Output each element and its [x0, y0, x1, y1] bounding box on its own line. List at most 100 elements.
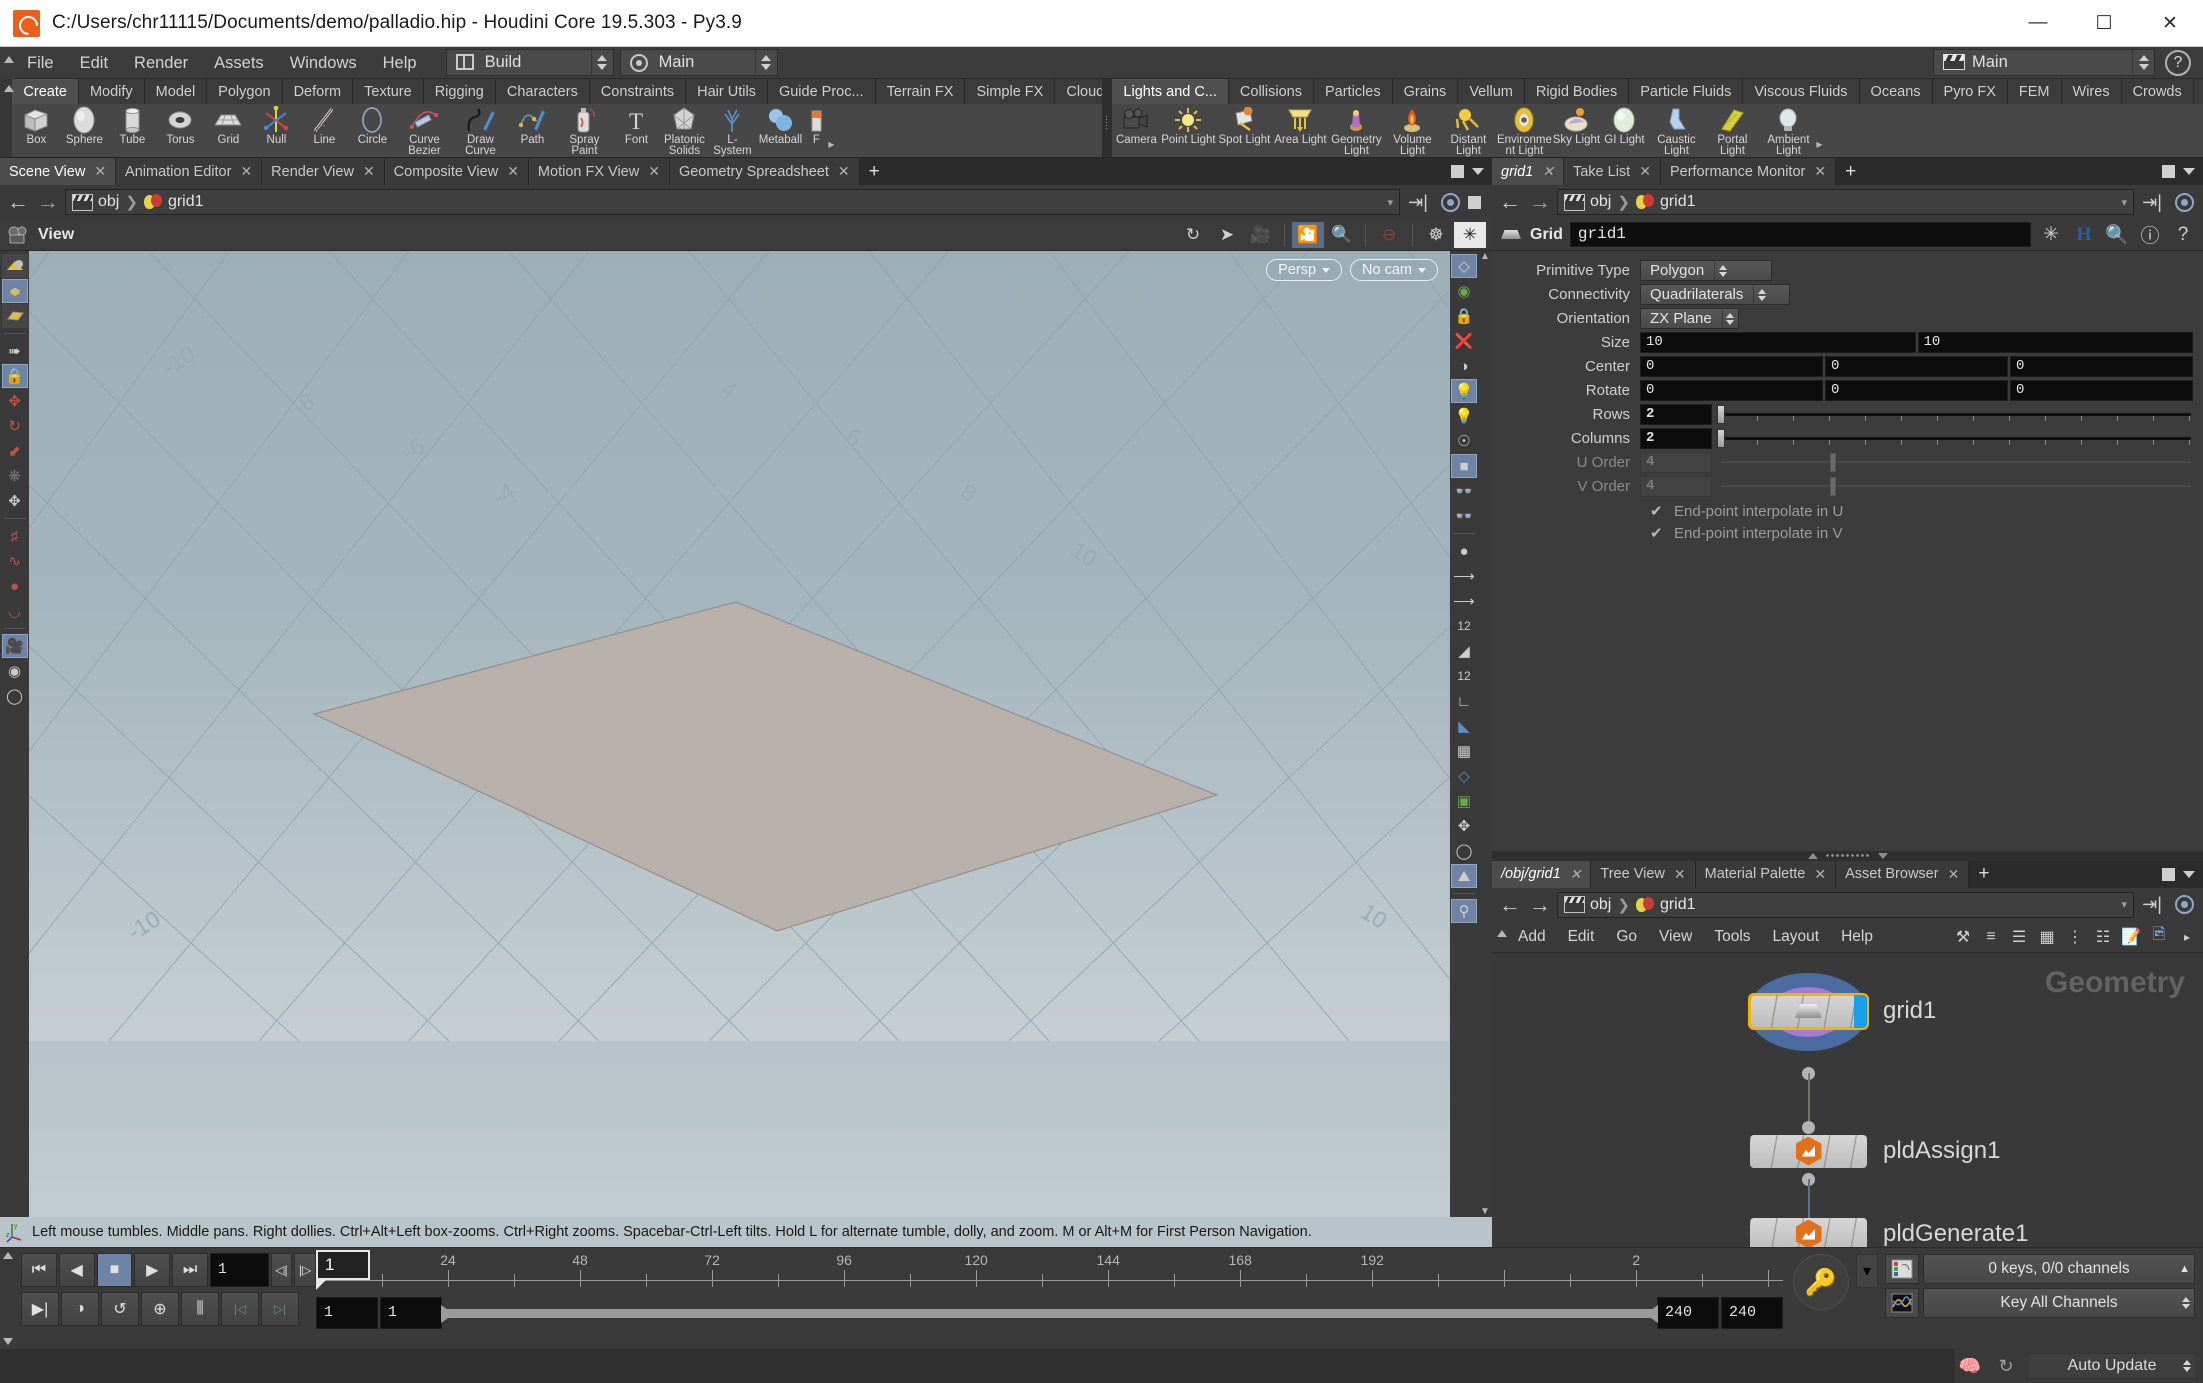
shelf-right-overflow-arrow[interactable]: ▸	[1816, 137, 1830, 157]
shelf-tool-curve-bezier[interactable]: Curve Bezier	[396, 104, 452, 157]
info-icon[interactable]: ⓘ	[2137, 222, 2163, 248]
shelf-tab-create[interactable]: Create	[12, 79, 79, 104]
close-icon[interactable]: ✕	[1814, 866, 1826, 883]
shelf-tab-grains[interactable]: Grains	[1392, 79, 1459, 104]
menu-arrows[interactable]	[1721, 309, 1738, 328]
close-icon[interactable]: ✕	[240, 163, 252, 180]
wire-shaded-icon[interactable]: 👓	[1451, 504, 1477, 528]
texture-display-icon[interactable]: ▦	[1451, 739, 1477, 763]
shelf-tab-deform[interactable]: Deform	[282, 79, 354, 104]
shelf-tab-vellum[interactable]: Vellum	[1458, 79, 1525, 104]
shelf-tertiary-icon[interactable]	[1, 304, 28, 328]
houdini-h-icon[interactable]: H	[2071, 222, 2097, 248]
view-layout-icon[interactable]: ◉	[2, 659, 28, 683]
network-menu-layout[interactable]: Layout	[1762, 921, 1831, 952]
current-frame-field[interactable]: 1	[209, 1253, 269, 1287]
maximize-pane-icon[interactable]	[2162, 867, 2175, 881]
close-icon[interactable]: ✕	[1814, 163, 1826, 180]
shelf-tab-characters[interactable]: Characters	[495, 79, 590, 104]
timeline-ruler-area[interactable]: 24 48 72 96 120 144 168 192 2 1 1 1 240 …	[316, 1248, 1783, 1349]
camera-badge[interactable]: No cam	[1350, 259, 1438, 281]
sticky-note-icon[interactable]: 📝	[2119, 925, 2143, 949]
tab-animation-editor[interactable]: Animation Editor ✕	[116, 158, 263, 185]
shelf-tab-wires[interactable]: Wires	[2061, 79, 2122, 104]
snap-magnet-icon[interactable]: ◡	[2, 599, 28, 623]
gear-asterisk-icon[interactable]: ✳	[2038, 222, 2064, 248]
overflow-arrow-icon[interactable]: ▸	[2175, 925, 2199, 949]
forward-arrow-icon[interactable]: →	[1527, 189, 1553, 214]
tools-wrench-icon[interactable]: ⚒	[1951, 925, 1975, 949]
shelf-tool-distant-light[interactable]: Distant Light	[1440, 104, 1496, 157]
snap-grid-icon[interactable]: ♯	[2, 524, 28, 548]
viewport-selector-arrows[interactable]	[754, 50, 777, 75]
help-icon[interactable]: ?	[2170, 222, 2196, 248]
network-path-field[interactable]: obj ❯ grid1 ▾	[1557, 891, 2134, 918]
scroll-up-icon[interactable]: ▲	[1480, 251, 1490, 262]
take-selector[interactable]: Main	[1933, 49, 2155, 76]
zoom-region-icon[interactable]: 🔍	[1326, 222, 1358, 248]
checkbox-checked-icon[interactable]: ✔	[1650, 504, 1665, 519]
shelf-tool-box[interactable]: Box	[12, 104, 60, 146]
dots-layout-icon[interactable]: ⋮	[2063, 925, 2087, 949]
shelf-tab-viscous-fluids[interactable]: Viscous Fluids	[1743, 79, 1860, 104]
bones-icon[interactable]: ✥	[1451, 814, 1477, 838]
columns-slider[interactable]	[1715, 428, 2193, 449]
capture-region-icon[interactable]: ◯	[1451, 839, 1477, 863]
pane-splitter[interactable]	[1492, 850, 2203, 861]
pane-menu-icon[interactable]	[2183, 870, 2195, 878]
light-handle-icon[interactable]: ⚲	[1451, 899, 1477, 923]
tab-scene-view[interactable]: Scene View ✕	[0, 158, 117, 185]
animation-curve-icon[interactable]	[1885, 1288, 1919, 1318]
tab-grid1-params[interactable]: grid1 ✕	[1492, 158, 1564, 185]
shelf-tool-grid[interactable]: Grid	[204, 104, 252, 146]
maximize-pane-icon[interactable]	[2162, 165, 2175, 178]
network-menu-help[interactable]: Help	[1830, 921, 1884, 952]
shelf-tab-lights-and-cameras[interactable]: Lights and C...	[1112, 79, 1229, 104]
shelf-tool-sphere[interactable]: Sphere	[60, 104, 108, 146]
display-flag[interactable]	[1854, 994, 1867, 1028]
cook-brain-icon[interactable]: 🧠	[1955, 1353, 1985, 1379]
timeline-grip[interactable]	[0, 1248, 16, 1349]
selection-highlight-icon[interactable]: ▣	[1451, 789, 1477, 813]
tab-geometry-spreadsheet[interactable]: Geometry Spreadsheet ✕	[669, 158, 860, 185]
menu-windows[interactable]: Windows	[277, 47, 370, 79]
vectors-icon[interactable]: ⟶	[1451, 589, 1477, 613]
key-all-arrows[interactable]	[2182, 1297, 2190, 1309]
rotate-x-field[interactable]: 0	[1640, 380, 1823, 401]
shelf-tab-modify[interactable]: Modify	[78, 79, 145, 104]
orientation-menu[interactable]: ZX Plane	[1640, 308, 1739, 329]
tab-tree-view[interactable]: Tree View ✕	[1591, 860, 1696, 888]
primitive-type-menu[interactable]: Polygon	[1640, 260, 1772, 281]
shelf-tool-environment-light[interactable]: Environment Light	[1496, 104, 1552, 157]
shelf-tab-texture[interactable]: Texture	[353, 79, 424, 104]
tab-take-list[interactable]: Take List ✕	[1563, 158, 1661, 185]
shelf-tool-geometry-light[interactable]: Geometry Light	[1328, 104, 1384, 157]
pane-menu-icon[interactable]	[2183, 168, 2195, 175]
network-menu-add[interactable]: Add	[1507, 921, 1557, 952]
tab-material-palette[interactable]: Material Palette ✕	[1695, 860, 1837, 888]
point-display-icon[interactable]: ●	[1451, 539, 1477, 563]
scroll-down-icon[interactable]: ▼	[1480, 1206, 1490, 1217]
shelf-tab-rigid-bodies[interactable]: Rigid Bodies	[1524, 79, 1630, 104]
ghost-geometry-icon[interactable]: ◉	[1451, 279, 1477, 303]
network-menu-view[interactable]: View	[1648, 921, 1703, 952]
play-button[interactable]: ▶	[134, 1253, 171, 1287]
close-icon[interactable]: ✕	[1674, 866, 1686, 883]
channel-status-caret[interactable]: ▲	[2179, 1263, 2190, 1275]
color-palette-icon[interactable]: ▦	[2035, 925, 2059, 949]
refresh-icon[interactable]: ↻	[1991, 1353, 2021, 1379]
soft-transform-icon[interactable]: ❋	[2, 464, 28, 488]
viewport-camera-icon[interactable]	[4, 222, 34, 248]
shelf-tool-camera[interactable]: Camera	[1112, 104, 1160, 146]
shelf-tool-portal-light[interactable]: Portal Light	[1704, 104, 1760, 157]
desktop-selector-arrows[interactable]	[590, 50, 613, 75]
scene-pane-display-icon[interactable]	[1468, 195, 1481, 209]
viewport-canvas[interactable]: -10 -8 -6 -4 4 6 8 10 -4 -10	[29, 251, 1450, 1217]
size-y-field[interactable]: 10	[1917, 332, 2193, 353]
toggle-shading-icon[interactable]: ◑	[1451, 354, 1477, 378]
light-probe-icon[interactable]: ☸	[1420, 222, 1452, 248]
playback-end-field[interactable]: 240	[1657, 1297, 1719, 1329]
key-icon[interactable]: 🔑	[1793, 1254, 1849, 1310]
ambient-occlusion-icon[interactable]: ☉	[1451, 429, 1477, 453]
tumble-tool-icon[interactable]: ↻	[1177, 222, 1209, 248]
